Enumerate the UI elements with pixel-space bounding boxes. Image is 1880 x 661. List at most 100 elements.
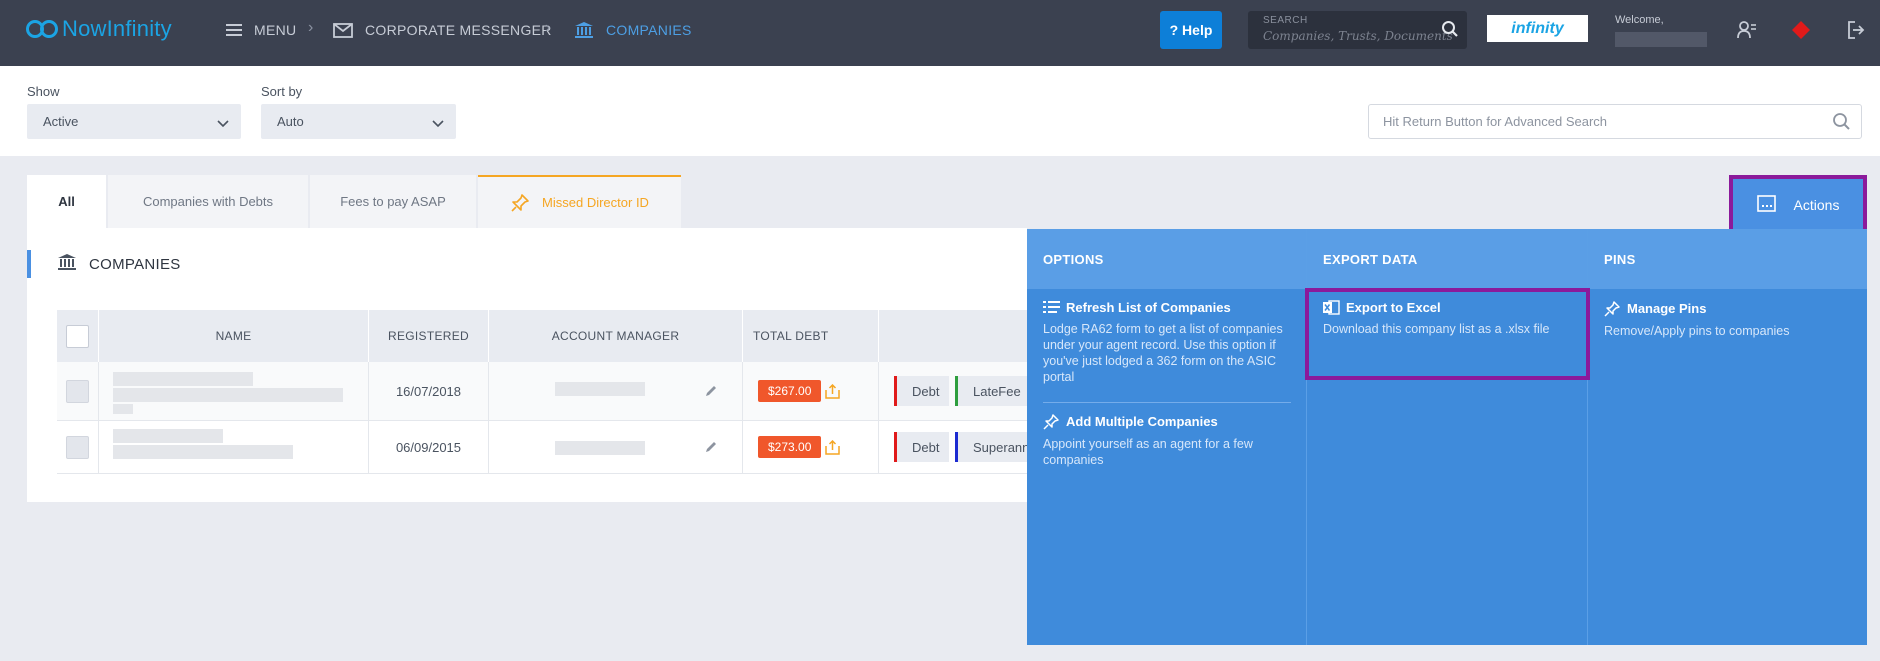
breadcrumb-separator: › — [308, 19, 314, 36]
company-name-cell[interactable] — [99, 421, 369, 473]
chevron-down-icon — [217, 116, 229, 131]
select-all-cell — [57, 310, 99, 362]
pin-add-icon — [1043, 413, 1060, 430]
pins-column: PINS Manage Pins Remove/Apply pins to co… — [1588, 229, 1867, 645]
total-debt-cell: $273.00 — [743, 421, 879, 473]
column-header-name[interactable]: NAME — [99, 310, 369, 362]
search-label: SEARCH — [1263, 15, 1308, 26]
menu-item-description: Lodge RA62 form to get a list of compani… — [1043, 322, 1283, 384]
tag-debt[interactable]: Debt — [894, 376, 949, 406]
page-title: COMPANIES — [27, 250, 181, 278]
menu-item-description: Remove/Apply pins to companies — [1604, 324, 1790, 338]
sort-label: Sort by — [261, 84, 303, 99]
pins-heading: PINS — [1588, 229, 1867, 289]
advanced-search-field[interactable] — [1368, 104, 1862, 139]
redacted-company-name — [113, 445, 293, 459]
manage-pins-menu-item[interactable]: Manage Pins Remove/Apply pins to compani… — [1604, 300, 1854, 339]
show-label: Show — [27, 84, 60, 99]
tab-companies-with-debts[interactable]: Companies with Debts — [108, 175, 308, 228]
export-data-heading: EXPORT DATA — [1307, 229, 1587, 289]
options-column: OPTIONS Refresh List of Companies Lodge … — [1027, 229, 1307, 645]
tab-fees-to-pay-asap[interactable]: Fees to pay ASAP — [310, 175, 476, 228]
redacted-company-name — [113, 372, 253, 386]
logout-icon[interactable] — [1847, 20, 1865, 45]
redacted-company-name — [113, 388, 343, 402]
show-select[interactable]: Active — [27, 104, 241, 139]
search-icon[interactable] — [1441, 20, 1459, 43]
welcome-text: Welcome, — [1615, 14, 1664, 26]
column-header-total-debt[interactable]: TOTAL DEBT — [743, 310, 879, 362]
column-header-account-manager[interactable]: ACCOUNT MANAGER — [489, 310, 743, 362]
debt-badge[interactable]: $273.00 — [758, 436, 822, 458]
logo-mark-icon — [26, 17, 60, 41]
redacted-username — [1615, 32, 1707, 47]
export-highlight-box — [1305, 288, 1590, 380]
options-heading: OPTIONS — [1027, 229, 1306, 289]
global-search[interactable]: SEARCH Companies, Trusts, Documents — [1248, 11, 1467, 49]
help-button[interactable]: ? Help — [1160, 11, 1222, 49]
brand-logo-text: infinity — [1511, 19, 1564, 37]
company-name-cell[interactable] — [99, 362, 369, 420]
chevron-down-icon — [432, 116, 444, 131]
send-reminder-icon[interactable] — [825, 383, 841, 399]
table-header: NAME REGISTERED ACCOUNT MANAGER TOTAL DE… — [57, 310, 1057, 362]
registered-date: 06/09/2015 — [369, 421, 489, 473]
row-select-cell — [57, 421, 99, 473]
account-manager-cell — [489, 421, 743, 473]
select-all-checkbox[interactable] — [66, 324, 89, 348]
infinity-brand-logo: infinity — [1487, 15, 1588, 42]
actions-button[interactable]: Actions — [1729, 175, 1867, 234]
breadcrumb-companies[interactable]: COMPANIES — [574, 20, 692, 40]
bank-icon — [57, 253, 77, 275]
tab-label: Missed Director ID — [542, 195, 649, 210]
pin-icon — [1604, 300, 1621, 317]
row-select-cell — [57, 362, 99, 420]
redacted-company-name — [113, 404, 133, 414]
nowinfinity-logo[interactable]: NowInfinity — [26, 14, 172, 44]
debt-badge[interactable]: $267.00 — [758, 380, 822, 402]
filter-bar: Show Active Sort by Auto — [0, 66, 1880, 156]
account-manager-cell — [489, 362, 743, 420]
table-row[interactable]: 16/07/2018 $267.00 Debt LateFee — [57, 362, 1057, 421]
bank-icon — [574, 21, 594, 39]
breadcrumb-separator: › — [545, 19, 551, 36]
breadcrumb-corporate-messenger[interactable]: CORPORATE MESSENGER — [333, 20, 552, 40]
redacted-account-manager — [555, 441, 645, 455]
sort-select[interactable]: Auto — [261, 104, 456, 139]
advanced-search-input[interactable] — [1383, 114, 1803, 129]
menu-item-label: Refresh List of Companies — [1066, 300, 1231, 315]
row-checkbox[interactable] — [66, 379, 89, 403]
companies-panel: COMPANIES NAME REGISTERED ACCOUNT MANAGE… — [27, 228, 1057, 502]
notification-diamond-icon[interactable] — [1791, 20, 1811, 45]
add-multiple-companies-menu-item[interactable]: Add Multiple Companies Appoint yourself … — [1043, 413, 1293, 468]
breadcrumb-label: CORPORATE MESSENGER — [365, 22, 552, 38]
refresh-list-menu-item[interactable]: Refresh List of Companies Lodge RA62 for… — [1043, 300, 1293, 385]
tab-all[interactable]: All — [27, 175, 106, 228]
row-checkbox[interactable] — [66, 435, 89, 459]
menu-item-title: Manage Pins — [1604, 300, 1854, 317]
table-row[interactable]: 06/09/2015 $273.00 Debt Superann — [57, 421, 1057, 474]
actions-label: Actions — [1793, 196, 1840, 213]
breadcrumb-label: COMPANIES — [606, 22, 692, 38]
menu-label: MENU — [254, 22, 297, 38]
column-header-registered[interactable]: REGISTERED — [369, 310, 489, 362]
redacted-account-manager — [555, 382, 645, 396]
logo-text: NowInfinity — [62, 16, 172, 41]
total-debt-cell: $267.00 — [743, 362, 879, 420]
edit-pencil-icon[interactable] — [704, 440, 718, 457]
menu-button[interactable]: MENU — [226, 20, 296, 40]
menu-item-label: Manage Pins — [1627, 301, 1707, 316]
search-placeholder: Companies, Trusts, Documents — [1263, 29, 1453, 43]
edit-pencil-icon[interactable] — [704, 384, 718, 401]
redacted-company-name — [113, 429, 223, 443]
menu-item-description: Appoint yourself as an agent for a few c… — [1043, 437, 1253, 467]
send-reminder-icon[interactable] — [825, 439, 841, 455]
user-settings-icon[interactable] — [1737, 20, 1757, 45]
list-icon — [1043, 300, 1060, 315]
actions-menu-icon — [1756, 194, 1776, 215]
pin-icon — [510, 193, 530, 213]
hamburger-icon — [226, 24, 242, 36]
tab-missed-director-id[interactable]: Missed Director ID — [478, 175, 681, 228]
tag-debt[interactable]: Debt — [894, 432, 949, 462]
search-icon[interactable] — [1832, 112, 1851, 136]
